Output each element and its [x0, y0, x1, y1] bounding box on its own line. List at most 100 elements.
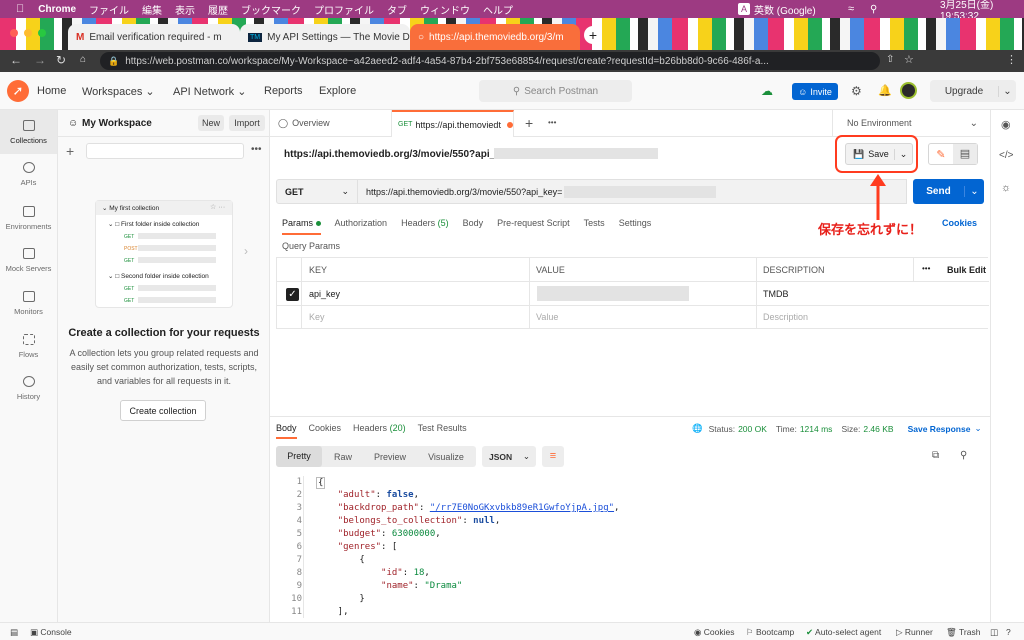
workspace-name[interactable]: My Workspace	[82, 118, 152, 129]
chevron-down-icon[interactable]: ⌄	[964, 186, 984, 197]
sidebar-item-monitors[interactable]: Monitors	[0, 291, 57, 316]
address-bar[interactable]: 🔒 https://web.postman.co/workspace/My-Wo…	[100, 52, 880, 70]
tab-authorization[interactable]: Authorization	[335, 218, 388, 235]
response-tab-test-results[interactable]: Test Results	[418, 423, 467, 439]
apple-icon[interactable]: 	[16, 3, 24, 15]
upgrade-button[interactable]: Upgrade ⌄	[930, 80, 1016, 102]
app-name[interactable]: Chrome	[38, 4, 76, 15]
new-tab-icon[interactable]: +	[584, 26, 602, 44]
sidebar-item-history[interactable]: History	[0, 376, 57, 401]
nav-explore[interactable]: Explore	[319, 85, 356, 97]
param-value-redacted[interactable]	[537, 286, 689, 301]
response-size[interactable]: 2.46 KB	[863, 424, 893, 434]
settings-gear-icon[interactable]: ⚙	[851, 84, 862, 98]
more-options-icon[interactable]: •••	[922, 264, 930, 273]
invite-button[interactable]: ☺ Invite	[792, 83, 838, 100]
cookies-link[interactable]: Cookies	[942, 218, 977, 228]
sidebar-item-mock-servers[interactable]: Mock Servers	[0, 248, 57, 273]
menu-window[interactable]: ウィンドウ	[420, 2, 470, 17]
environment-selector[interactable]: No Environment ⌄	[832, 110, 990, 137]
bulk-edit-button[interactable]: Bulk Edit	[947, 265, 986, 275]
bookmark-star-icon[interactable]: ☆	[904, 53, 914, 66]
search-icon[interactable]: ⚲	[960, 450, 967, 461]
key-placeholder[interactable]: Key	[309, 312, 325, 322]
create-collection-button[interactable]: Create collection	[120, 400, 206, 421]
panel-toggle-icon[interactable]: ▤	[10, 627, 18, 638]
code-icon[interactable]: </>	[999, 150, 1013, 161]
wrap-lines-icon[interactable]: ≡	[542, 446, 564, 467]
url-input[interactable]: https://api.themoviedb.org/3/movie/550?a…	[358, 179, 907, 204]
menu-help[interactable]: ヘルプ	[483, 2, 513, 17]
sync-status-icon[interactable]: ☁	[761, 84, 773, 98]
tab-pre-request-script[interactable]: Pre-request Script	[497, 218, 570, 235]
nav-reports[interactable]: Reports	[264, 85, 303, 97]
view-visualize[interactable]: Visualize	[416, 452, 476, 462]
nav-home[interactable]: Home	[37, 85, 66, 97]
save-response-button[interactable]: Save Response	[908, 424, 971, 434]
response-tab-headers[interactable]: Headers (20)	[353, 423, 406, 439]
tab-tests[interactable]: Tests	[584, 218, 605, 235]
back-icon[interactable]: ←	[10, 53, 22, 67]
menu-history[interactable]: 履歴	[208, 2, 228, 17]
search-icon[interactable]: ⚲	[870, 4, 877, 15]
view-preview[interactable]: Preview	[364, 452, 416, 462]
runner-button[interactable]: ▷ Runner	[896, 627, 933, 638]
import-button[interactable]: Import	[229, 115, 265, 131]
bootcamp-button[interactable]: ⚐ Bootcamp	[746, 627, 794, 638]
cookies-button[interactable]: ◉ Cookies	[694, 627, 735, 638]
status-badge[interactable]: 200 OK	[738, 424, 767, 434]
add-icon[interactable]: +	[66, 143, 74, 159]
pencil-icon[interactable]: ✎	[929, 148, 953, 161]
param-checkbox[interactable]: ✓	[286, 288, 299, 301]
forward-icon[interactable]: →	[34, 53, 46, 67]
menu-profile[interactable]: プロファイル	[314, 2, 374, 17]
eye-icon[interactable]: ◉	[1001, 118, 1011, 131]
close-window-icon[interactable]	[10, 29, 18, 37]
help-icon[interactable]: ?	[1006, 627, 1011, 637]
new-button[interactable]: New	[198, 115, 224, 131]
home-icon[interactable]: ⌂	[80, 54, 86, 65]
avatar[interactable]	[900, 82, 917, 99]
postman-logo-icon[interactable]: ➚	[7, 80, 29, 102]
tab-headers[interactable]: Headers (5)	[401, 218, 449, 235]
tab-params[interactable]: Params	[282, 218, 321, 235]
wifi-icon[interactable]: ≈	[848, 3, 854, 15]
layout-toggle-icon[interactable]: ◫	[990, 627, 998, 638]
more-tabs-icon[interactable]: •••	[548, 118, 556, 127]
method-select[interactable]: GET ⌄	[276, 179, 358, 204]
new-tab-icon[interactable]: +	[525, 115, 533, 131]
value-placeholder[interactable]: Value	[536, 312, 558, 322]
tab-settings[interactable]: Settings	[619, 218, 652, 235]
view-pretty[interactable]: Pretty	[276, 446, 322, 467]
format-select[interactable]: JSON ⌄	[482, 446, 536, 467]
search-input[interactable]: ⚲ Search Postman	[479, 80, 632, 102]
sidebar-item-flows[interactable]: Flows	[0, 334, 57, 359]
trash-button[interactable]: 🗑 Trash	[946, 627, 980, 638]
filter-input[interactable]	[86, 143, 244, 159]
auto-select-agent-button[interactable]: ✔ Auto-select agent	[806, 627, 881, 638]
console-button[interactable]: ▣ Console	[30, 627, 72, 638]
browser-tab-postman[interactable]: ○ https://api.themoviedb.org/3/m	[410, 24, 580, 50]
sidebar-item-apis[interactable]: APIs	[0, 162, 57, 187]
more-options-icon[interactable]: •••	[251, 144, 262, 155]
chevron-down-icon[interactable]: ⌄	[998, 85, 1016, 97]
share-icon[interactable]: ⇧	[886, 54, 894, 65]
menu-file[interactable]: ファイル	[89, 2, 129, 17]
nav-api-network[interactable]: API Network ⌄	[173, 85, 246, 98]
json-link-value[interactable]: "/rr7E0NoGKxvbkb89eR1GwfoYjpA.jpg"	[430, 503, 614, 513]
comment-icon[interactable]: ▤	[953, 144, 977, 164]
tab-overview[interactable]: ◯ Overview	[270, 110, 392, 136]
chevron-down-icon[interactable]: ⌄	[974, 423, 981, 434]
reload-icon[interactable]: ↻	[56, 53, 66, 67]
send-button[interactable]: Send ⌄	[913, 179, 984, 204]
response-time[interactable]: 1214 ms	[800, 424, 833, 434]
info-icon[interactable]: ☼	[1001, 182, 1011, 194]
menu-edit[interactable]: 編集	[142, 2, 162, 17]
view-raw[interactable]: Raw	[322, 452, 364, 462]
sidebar-item-environments[interactable]: Environments	[0, 206, 57, 231]
request-title[interactable]: https://api.themoviedb.org/3/movie/550?a…	[284, 149, 518, 160]
nav-workspaces[interactable]: Workspaces ⌄	[82, 85, 155, 98]
response-tab-body[interactable]: Body	[276, 423, 297, 439]
ime-label[interactable]: 英数 (Google)	[754, 2, 816, 17]
response-tab-cookies[interactable]: Cookies	[309, 423, 342, 439]
